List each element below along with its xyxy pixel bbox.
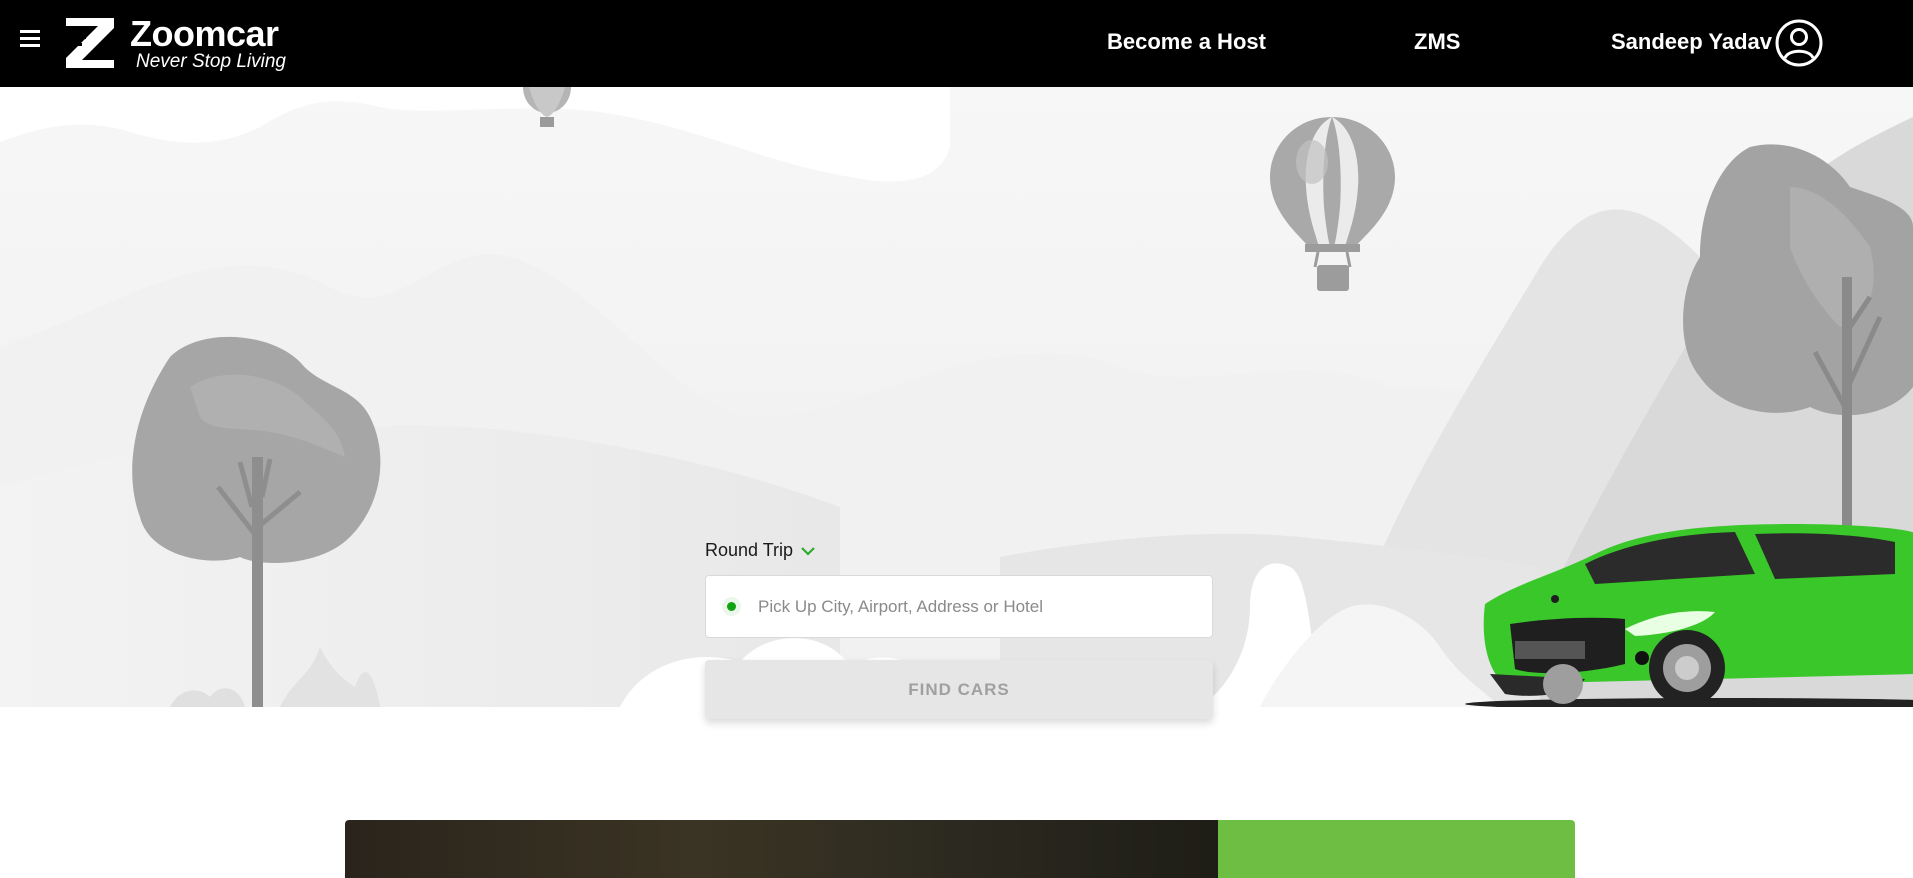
become-host-link[interactable]: Become a Host <box>1107 29 1266 55</box>
pickup-location-field[interactable] <box>705 575 1213 638</box>
chevron-down-icon <box>801 546 815 556</box>
top-navbar: Zoomcar Never Stop Living Become a Host … <box>0 0 1913 87</box>
hamburger-menu-icon[interactable] <box>20 30 44 50</box>
zoomcar-logo[interactable]: Zoomcar Never Stop Living <box>64 14 286 72</box>
promo-banner-image <box>345 820 1218 878</box>
pickup-location-input[interactable] <box>756 595 1200 618</box>
user-avatar-icon[interactable] <box>1774 18 1824 68</box>
trip-type-dropdown[interactable]: Round Trip <box>705 540 816 561</box>
zms-link[interactable]: ZMS <box>1414 29 1460 55</box>
find-cars-button[interactable]: FIND CARS <box>705 660 1213 719</box>
zoomcar-logo-icon <box>64 18 114 68</box>
trip-type-label: Round Trip <box>705 540 794 560</box>
user-name-link[interactable]: Sandeep Yadav <box>1611 29 1772 55</box>
logo-tagline: Never Stop Living <box>136 50 286 72</box>
promo-banner-panel <box>1218 820 1575 878</box>
logo-name: Zoomcar <box>130 12 279 54</box>
promo-banner[interactable] <box>345 820 1575 878</box>
location-dot-icon <box>727 602 736 611</box>
